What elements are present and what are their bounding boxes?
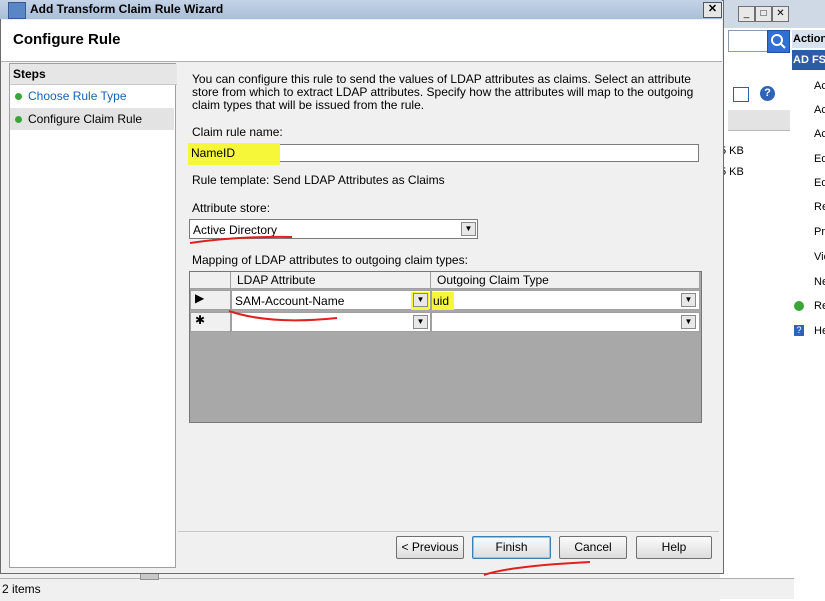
annotation-underline xyxy=(483,561,591,576)
annotation-overlay xyxy=(189,235,591,576)
annotation-underline xyxy=(189,235,293,244)
annotation-underline xyxy=(228,310,338,322)
